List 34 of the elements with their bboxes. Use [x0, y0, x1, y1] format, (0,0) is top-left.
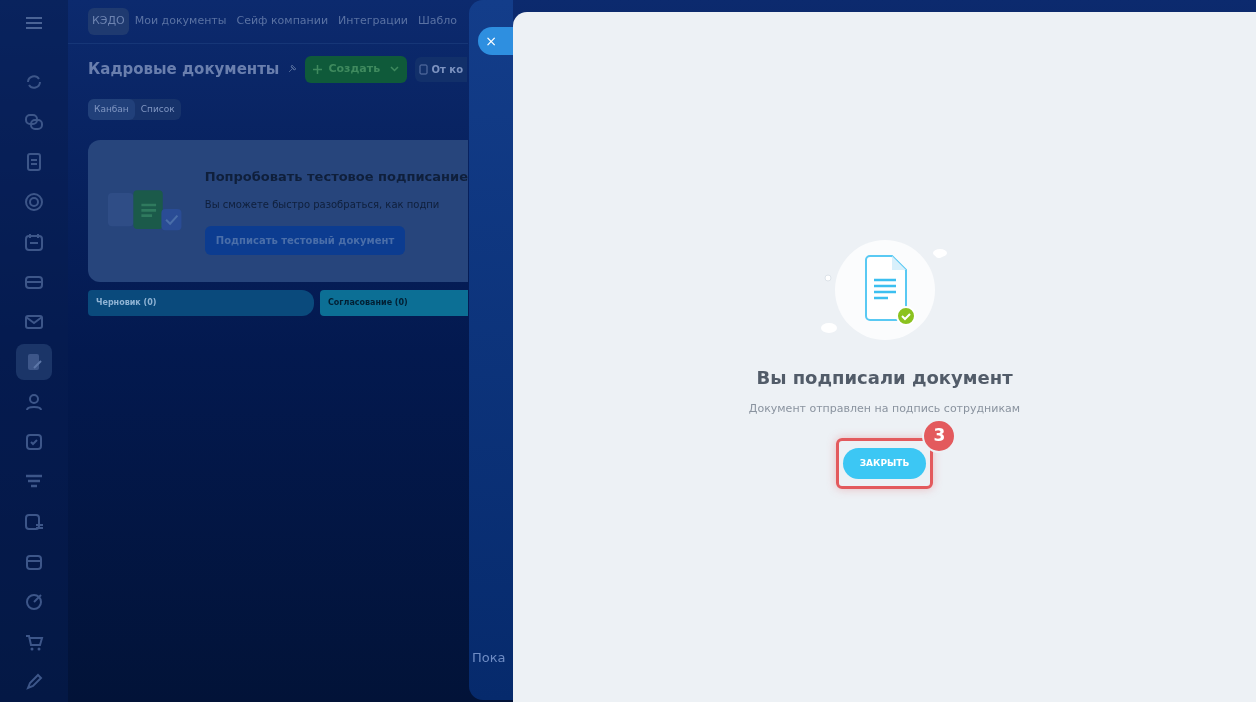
- from-button[interactable]: От ко: [415, 56, 468, 82]
- document-icon: [419, 64, 429, 76]
- empty-text: Пока: [472, 649, 506, 667]
- close-dialog-button[interactable]: ЗАКРЫТЬ: [842, 447, 927, 479]
- nav-tab[interactable]: Сейф компании: [232, 8, 333, 35]
- pencil-icon: [24, 672, 44, 692]
- promo-title: Попробовать тестовое подписание: [204, 168, 468, 187]
- cart-icon: [24, 632, 44, 652]
- promo-text: Вы сможете быстро разобраться, как подпи: [204, 197, 441, 212]
- nav-tab[interactable]: Мои документы: [130, 8, 231, 35]
- view-tab[interactable]: Канбан: [88, 98, 135, 120]
- sidebar-item[interactable]: [16, 344, 52, 380]
- dialog-title: Вы подписали документ: [756, 366, 1013, 390]
- step-badge: 3: [922, 418, 957, 453]
- page-title: Кадровые документы: [88, 59, 280, 80]
- refresh-icon: [24, 72, 44, 92]
- ring-icon: [24, 192, 44, 212]
- people-icon: [24, 392, 44, 412]
- sign-test-document-button[interactable]: Подписать тестовый документ: [204, 225, 406, 255]
- plus-icon: [313, 64, 323, 74]
- kanban-column-header: Согласование (0): [320, 290, 468, 316]
- document-icon: [24, 152, 44, 172]
- chat-icon: [24, 112, 44, 132]
- kanban-column-header: Черновик (0): [88, 290, 314, 316]
- nav-tab[interactable]: Шабло: [413, 8, 461, 35]
- checkbox-icon: [24, 432, 44, 452]
- dialog-subtitle: Документ отправлен на подпись сотрудникам: [748, 401, 1021, 417]
- nav-tab[interactable]: КЭДО: [88, 8, 129, 35]
- menu-icon[interactable]: [25, 16, 43, 30]
- caret-icon: [390, 66, 400, 73]
- calendar-icon: [24, 232, 44, 252]
- view-tab[interactable]: Список: [134, 98, 181, 120]
- mail-icon: [24, 312, 44, 332]
- nav-tab[interactable]: Интеграции: [334, 8, 412, 35]
